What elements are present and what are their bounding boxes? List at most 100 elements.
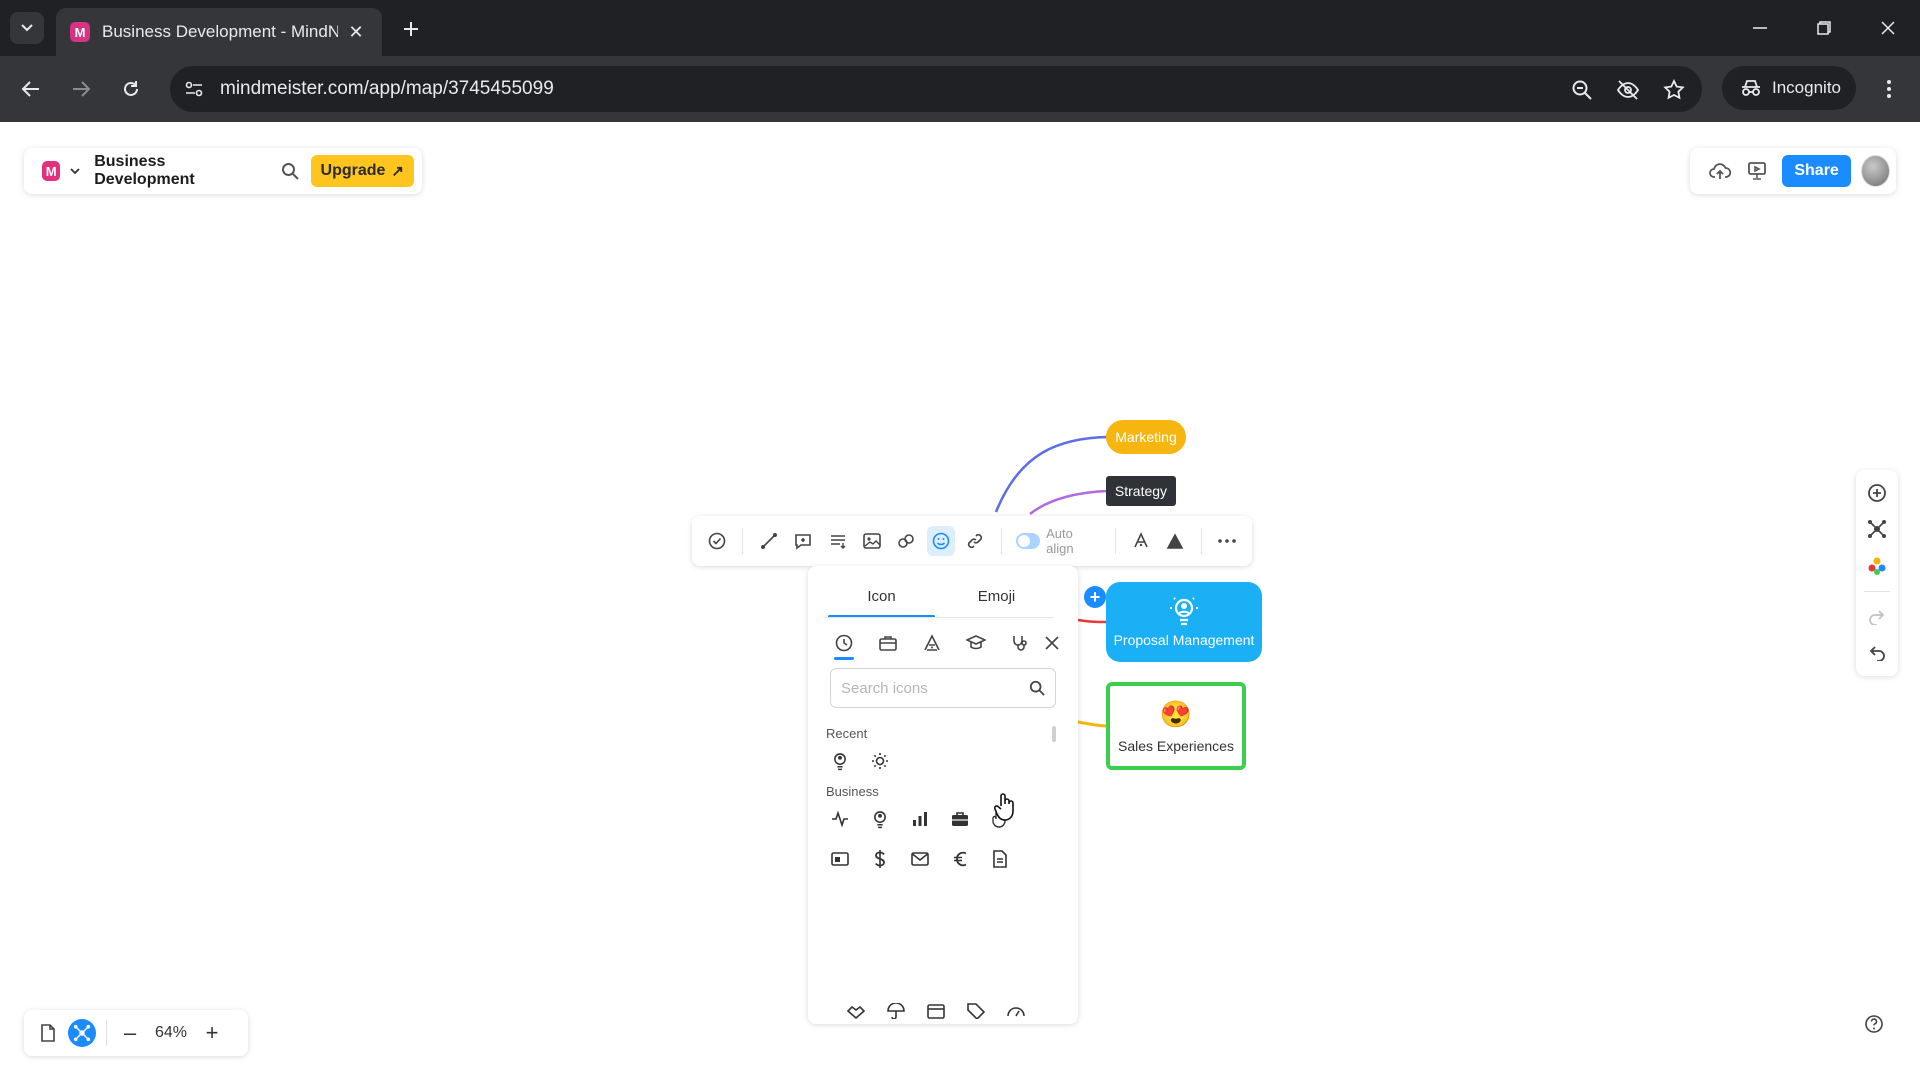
zoom-out-button[interactable]: – — [117, 1020, 143, 1046]
toggle-switch[interactable] — [1015, 533, 1041, 549]
mindmap-canvas[interactable]: Marketing Strategy + Proposal Management… — [0, 122, 1920, 1080]
tab-icon[interactable]: Icon — [824, 588, 939, 618]
help-icon[interactable] — [1858, 1008, 1890, 1040]
zoom-level[interactable]: 64% — [143, 1024, 199, 1042]
node-proposal-management[interactable]: Proposal Management — [1106, 582, 1262, 662]
mindmap-view-icon[interactable] — [68, 1019, 96, 1047]
icon-search-input[interactable] — [841, 679, 1021, 697]
sun-icon[interactable] — [860, 744, 900, 778]
tab-emoji[interactable]: Emoji — [939, 588, 1054, 618]
text-color-icon[interactable] — [1161, 526, 1189, 556]
heart-eyes-emoji: 😍 — [1159, 698, 1193, 729]
more-vertical-icon — [1887, 80, 1891, 98]
browser-tab-active[interactable]: M Business Development - MindN ✕ — [56, 8, 382, 56]
tab-close-icon[interactable]: ✕ — [344, 20, 368, 44]
connect-icon[interactable] — [754, 526, 782, 556]
cloud-upload-icon[interactable] — [1706, 156, 1733, 186]
id-card-icon[interactable] — [820, 842, 860, 876]
graduation-cap-category-icon[interactable] — [954, 628, 998, 658]
add-circle-icon[interactable] — [1862, 480, 1892, 506]
redo-icon[interactable] — [1862, 604, 1892, 630]
zoom-icon[interactable] — [1568, 76, 1596, 104]
dollar-icon[interactable] — [860, 842, 900, 876]
incognito-badge[interactable]: Incognito — [1722, 66, 1856, 110]
minimize-button[interactable] — [1740, 10, 1780, 46]
tab-title: Business Development - MindN — [102, 22, 338, 41]
mindmeister-logo-icon[interactable]: M — [42, 161, 61, 181]
briefcase-category-icon[interactable] — [866, 628, 910, 658]
umbrella-icon[interactable] — [876, 994, 916, 1024]
node-sales-experiences[interactable]: 😍 Sales Experiences — [1106, 682, 1246, 770]
plus-icon — [404, 22, 418, 36]
map-title[interactable]: Business Development — [94, 153, 254, 189]
back-button[interactable] — [14, 72, 48, 106]
search-icon[interactable] — [279, 159, 301, 183]
business-icon-grid-row-3 — [808, 986, 1078, 1024]
partial-icon-row — [836, 994, 1036, 1024]
icon-emoji-picker-icon[interactable] — [926, 526, 956, 556]
more-category-icon[interactable] — [1042, 628, 1062, 658]
reload-button[interactable] — [114, 72, 148, 106]
upgrade-button[interactable]: Upgrade ↗ — [310, 155, 414, 187]
stethoscope-category-icon[interactable] — [998, 628, 1042, 658]
more-horizontal-icon[interactable] — [1213, 526, 1241, 556]
pen-tool-category-icon[interactable] — [910, 628, 954, 658]
share-button[interactable]: Share — [1782, 155, 1851, 187]
external-arrow-icon: ↗ — [391, 163, 404, 180]
add-child-node-button[interactable]: + — [1084, 586, 1106, 608]
minimize-icon — [1753, 27, 1767, 29]
tag-icon[interactable] — [956, 994, 996, 1024]
activity-pulse-icon[interactable] — [820, 802, 860, 836]
mindmeister-favicon-icon: M — [70, 22, 90, 42]
site-info-icon[interactable] — [182, 77, 206, 101]
link-icon[interactable] — [961, 526, 989, 556]
calendar-icon[interactable] — [916, 994, 956, 1024]
euro-icon[interactable] — [940, 842, 980, 876]
auto-align-toggle[interactable]: Auto align — [1015, 526, 1101, 556]
new-tab-button[interactable] — [396, 14, 426, 44]
node-strategy[interactable]: Strategy — [1106, 476, 1176, 506]
undo-icon[interactable] — [1862, 640, 1892, 666]
divider — [742, 528, 744, 554]
node-marketing[interactable]: Marketing — [1106, 420, 1186, 454]
user-avatar[interactable] — [1860, 155, 1890, 187]
browser-menu-button[interactable] — [1874, 74, 1904, 104]
chevron-down-icon[interactable] — [70, 167, 80, 175]
recent-clock-icon[interactable] — [822, 628, 866, 660]
search-icon[interactable] — [1029, 680, 1045, 696]
document-icon[interactable] — [980, 842, 1020, 876]
comment-icon[interactable] — [789, 526, 817, 556]
recent-icon-grid — [820, 744, 900, 778]
gauge-icon[interactable] — [996, 994, 1036, 1024]
note-icon[interactable] — [823, 526, 851, 556]
bar-chart-icon[interactable] — [900, 802, 940, 836]
presentation-icon[interactable] — [1743, 156, 1770, 186]
business-icon-grid-row-2 — [820, 842, 1020, 876]
briefcase-icon[interactable] — [940, 802, 980, 836]
browser-toolbar: mindmeister.com/app/map/3745455099 Incog… — [0, 56, 1920, 122]
attachment-link-icon[interactable] — [892, 526, 920, 556]
picker-scrollbar[interactable] — [1052, 726, 1056, 742]
arrow-left-icon — [21, 81, 39, 97]
address-bar[interactable]: mindmeister.com/app/map/3745455099 — [170, 66, 1702, 112]
map-header: M Business Development Upgrade ↗ — [24, 148, 422, 194]
zoom-in-button[interactable]: + — [199, 1020, 225, 1046]
style-brush-icon[interactable] — [1127, 526, 1155, 556]
restore-button[interactable] — [1804, 10, 1844, 46]
forward-button[interactable] — [64, 72, 98, 106]
eye-off-icon[interactable] — [1614, 76, 1642, 104]
color-palette-icon[interactable] — [1862, 552, 1892, 578]
icon-picker-popover: Icon Emoji Search icons Recent Business — [808, 566, 1078, 1024]
handshake-icon[interactable] — [836, 994, 876, 1024]
image-icon[interactable] — [858, 526, 886, 556]
mindmap-layout-icon[interactable] — [1862, 516, 1892, 542]
tab-search-button[interactable] — [10, 12, 44, 44]
close-window-button[interactable] — [1868, 10, 1908, 46]
bookmark-star-icon[interactable] — [1660, 76, 1688, 104]
lightbulb-idea-icon[interactable] — [860, 802, 900, 836]
task-check-icon[interactable] — [703, 526, 731, 556]
icon-search-box[interactable] — [830, 668, 1056, 708]
mail-icon[interactable] — [900, 842, 940, 876]
outline-view-icon[interactable] — [34, 1019, 62, 1047]
lightbulb-person-icon[interactable] — [820, 744, 860, 778]
